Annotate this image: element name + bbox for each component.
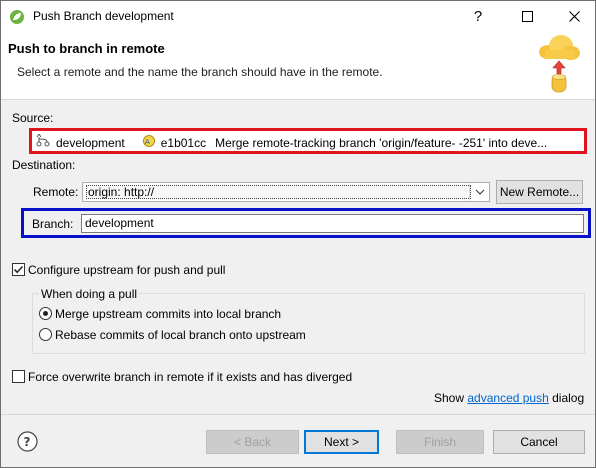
chevron-down-icon [475, 189, 484, 195]
maximize-icon [521, 11, 533, 22]
configure-upstream-label[interactable]: Configure upstream for push and pull [28, 263, 225, 277]
advanced-prefix: Show [434, 391, 465, 405]
advanced-suffix: dialog [552, 391, 585, 405]
page-description: Select a remote and the name the branch … [17, 65, 383, 79]
button-bar-separator [1, 414, 595, 415]
destination-label: Destination: [12, 158, 76, 172]
question-icon: ? [473, 8, 483, 25]
checkmark-icon [13, 265, 24, 274]
branch-field: Branch: development [21, 208, 591, 238]
merge-option-label[interactable]: Merge upstream commits into local branch [55, 307, 281, 321]
source-label: Source: [12, 111, 54, 125]
commit-icon: A [142, 134, 156, 151]
pull-options-group [32, 293, 585, 354]
commit-id: e1b01cc [160, 135, 207, 150]
branch-input[interactable]: development [81, 214, 584, 233]
force-overwrite-checkbox[interactable] [12, 370, 25, 383]
radio-selected-dot [43, 311, 48, 316]
page-title: Push to branch in remote [8, 41, 165, 56]
branch-label: Branch: [32, 217, 74, 231]
remote-combo-dropdown[interactable] [469, 183, 489, 201]
commit-message: Merge remote-tracking branch 'origin/fea… [215, 135, 548, 150]
branch-icon [36, 133, 51, 151]
help-icon: ? [17, 431, 38, 452]
next-button[interactable]: Next > [304, 430, 379, 454]
source-field: development A e1b01cc Merge remote-track… [29, 128, 587, 154]
new-remote-button[interactable]: New Remote... [496, 180, 583, 204]
maximize-button[interactable] [504, 1, 550, 32]
merge-radio[interactable] [39, 307, 52, 320]
pull-group-title: When doing a pull [39, 287, 140, 301]
title-bar: Push Branch development ? [1, 1, 595, 32]
configure-upstream-checkbox[interactable] [12, 263, 25, 276]
rebase-option-label[interactable]: Rebase commits of local branch onto upst… [55, 328, 306, 342]
force-overwrite-label[interactable]: Force overwrite branch in remote if it e… [28, 370, 352, 384]
advanced-push-link[interactable]: advanced push [467, 391, 548, 405]
source-branch-name: development [56, 135, 125, 150]
svg-text:A: A [145, 138, 150, 146]
close-button[interactable] [551, 1, 596, 32]
spring-leaf-icon [9, 9, 25, 25]
cancel-button[interactable]: Cancel [493, 430, 585, 454]
finish-button[interactable]: Finish [396, 430, 484, 454]
cloud-upload-icon [535, 32, 583, 98]
back-button[interactable]: < Back [206, 430, 299, 454]
close-icon [568, 11, 580, 22]
remote-combo[interactable]: origin: http:// [82, 182, 490, 202]
advanced-push-row: Show advanced push dialog [434, 391, 584, 405]
rebase-radio[interactable] [39, 328, 52, 341]
wizard-header: Push to branch in remote Select a remote… [1, 32, 595, 100]
push-branch-dialog: Push Branch development ? Push to branch… [0, 0, 596, 468]
help-button[interactable]: ? [17, 431, 38, 452]
svg-text:?: ? [24, 435, 31, 449]
remote-label: Remote: [33, 185, 79, 199]
window-help-button[interactable]: ? [455, 1, 501, 32]
window-title: Push Branch development [33, 9, 174, 23]
remote-combo-value: origin: http:// [86, 185, 471, 199]
